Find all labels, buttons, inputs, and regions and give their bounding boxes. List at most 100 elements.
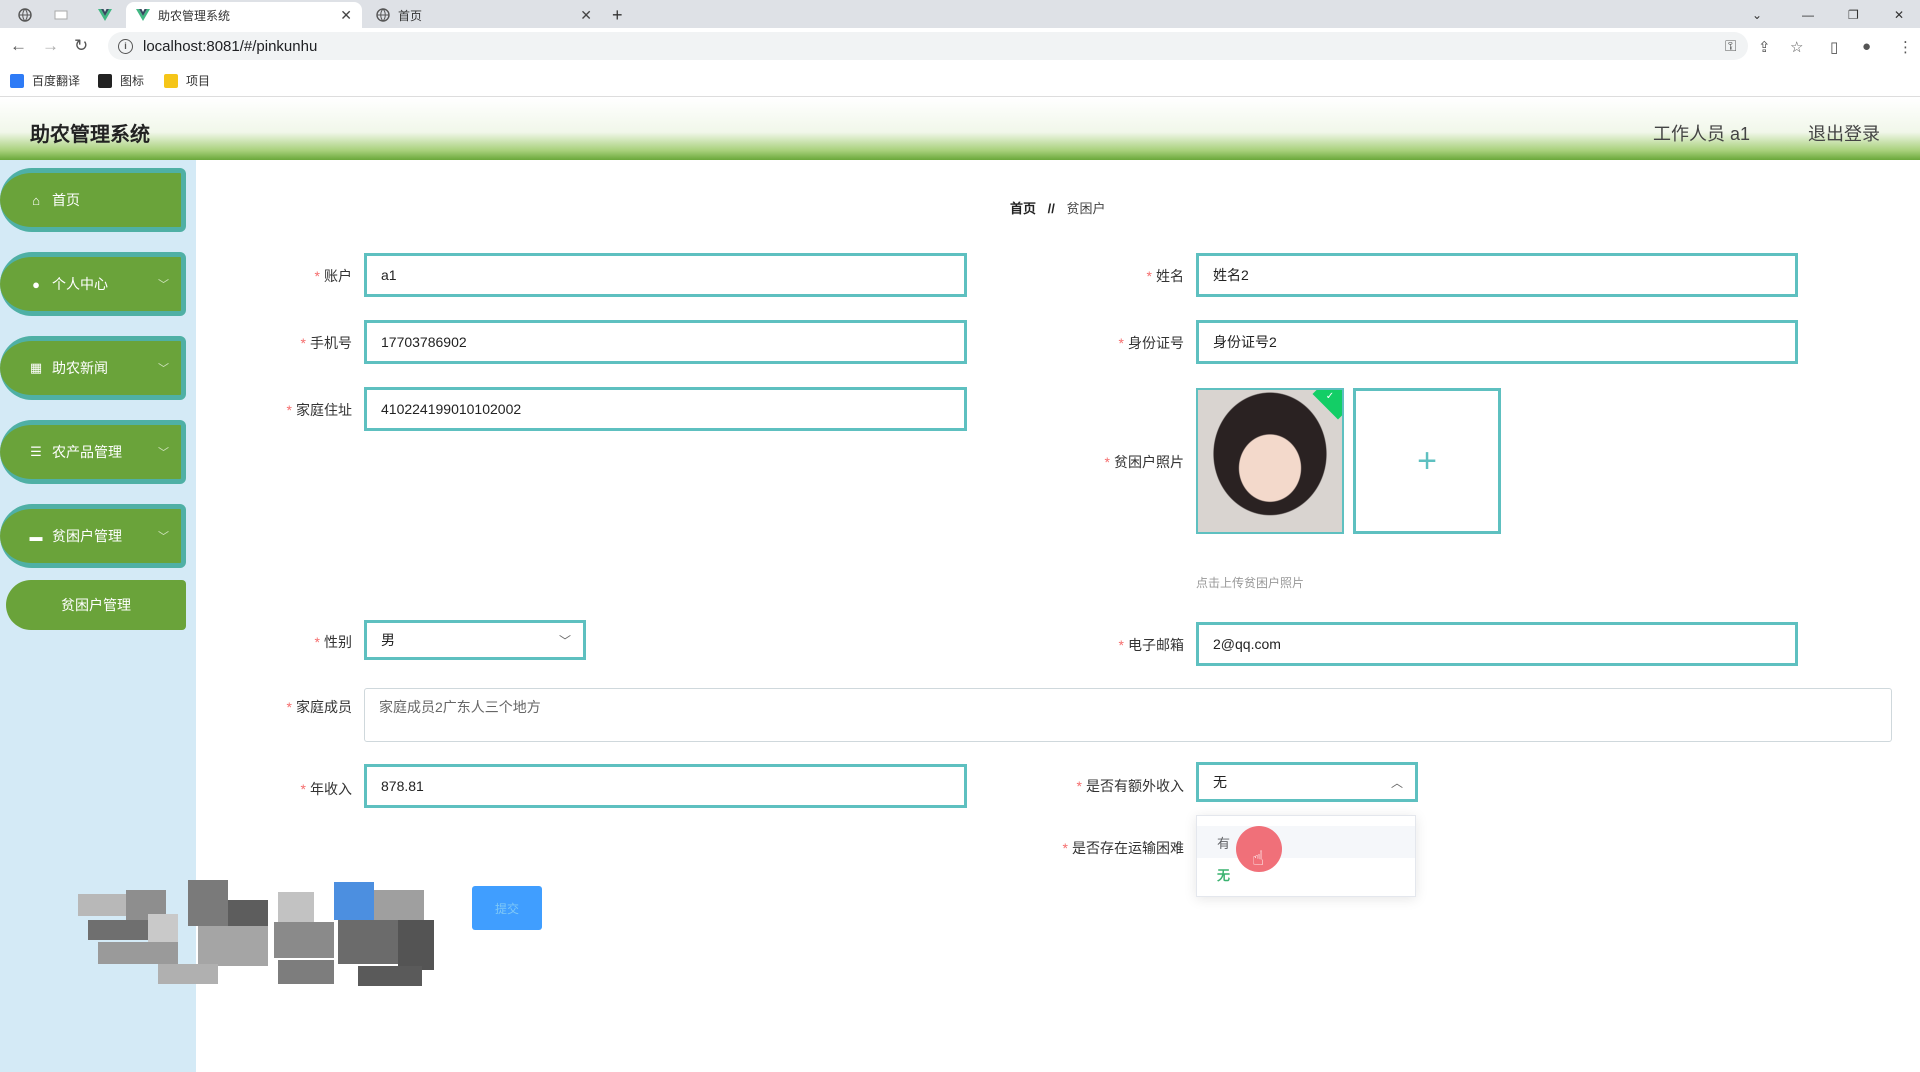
url-field[interactable]: i localhost:8081/#/pinkunhu (108, 32, 1748, 60)
list-icon: ☰ (30, 444, 42, 459)
income-input[interactable]: 878.81 (364, 764, 967, 808)
tab-home[interactable]: 首页 ✕ (366, 2, 602, 28)
breadcrumb-current: 贫困户 (1066, 201, 1106, 216)
sidepanel-icon[interactable]: ▯ (1830, 38, 1838, 56)
breadcrumb-separator: // (1047, 201, 1055, 216)
vue-logo-icon (136, 8, 150, 22)
tab-label: 助农管理系统 (158, 8, 231, 23)
tab-active[interactable]: 助农管理系统 ✕ (126, 2, 362, 28)
bookmark-label: 项目 (186, 74, 211, 88)
phone-input[interactable]: 17703786902 (364, 320, 967, 364)
bookmarks-bar: 百度翻译 图标 项目 (0, 64, 1920, 97)
plus-icon: + (1417, 441, 1437, 480)
chevron-down-icon[interactable]: ⌄ (1752, 2, 1762, 28)
sidebar-item-label: 首页 (52, 192, 80, 208)
url-text: localhost:8081/#/pinkunhu (143, 37, 318, 55)
dropdown-option-no[interactable]: 无 (1197, 858, 1415, 890)
back-icon[interactable]: ← (10, 37, 27, 55)
family-label: * 家庭成员 (286, 699, 352, 715)
forward-icon[interactable]: → (42, 37, 59, 55)
extra-income-dropdown: 有 无 (1196, 815, 1416, 897)
name-input[interactable]: 姓名2 (1196, 253, 1798, 297)
sidebar-item-label: 农产品管理 (52, 444, 122, 460)
photo-upload-button[interactable]: + (1353, 388, 1501, 534)
app-title: 助农管理系统 (30, 124, 150, 146)
bookmark-icons[interactable]: 图标 (98, 72, 144, 89)
sidebar-item-home[interactable]: ⌂ 首页 (0, 168, 186, 232)
family-textarea[interactable]: 家庭成员2广东人三个地方 (364, 688, 1892, 742)
close-icon[interactable]: ✕ (580, 7, 592, 24)
chevron-down-icon: ﹀ (158, 363, 169, 375)
app-header: 助农管理系统 工作人员 a1 退出登录 (0, 98, 1920, 160)
submit-button[interactable]: 提交 (472, 886, 542, 930)
sidebar-item-label: 贫困户管理 (52, 528, 122, 544)
image-icon (98, 73, 112, 88)
current-user: 工作人员 a1 (1652, 124, 1750, 144)
logout-link[interactable]: 退出登录 (1808, 120, 1880, 146)
key-icon[interactable]: ⚿ (1725, 38, 1736, 55)
reload-icon[interactable]: ↻ (74, 37, 88, 55)
address-input[interactable]: 410224199010102002 (364, 387, 967, 431)
extra-income-select[interactable]: 无 ︿ (1196, 762, 1418, 802)
menu-dots-icon[interactable]: ⋮ (1898, 38, 1913, 56)
minimize-icon[interactable]: — (1802, 2, 1814, 28)
folder-icon (164, 73, 178, 88)
transport-label: * 是否存在运输困难 (1062, 840, 1184, 856)
extra-income-value: 无 (1213, 774, 1227, 790)
star-icon[interactable]: ☆ (1790, 38, 1803, 56)
chevron-down-icon: ﹀ (558, 633, 571, 648)
address-label: * 家庭住址 (286, 402, 352, 418)
sidebar-item-news[interactable]: ▦ 助农新闻 ﹀ (0, 336, 186, 400)
income-label: * 年收入 (300, 781, 352, 797)
uploaded-photo-thumbnail[interactable]: ✓ (1196, 388, 1344, 534)
browser-tab-bar: 助农管理系统 ✕ 首页 ✕ + ⌄ — ❐ ✕ (0, 0, 1920, 28)
chevron-down-icon: ﹀ (158, 531, 169, 543)
breadcrumb-home[interactable]: 首页 (1010, 201, 1036, 216)
restore-icon[interactable]: ❐ (1848, 2, 1859, 28)
monitor-icon: ▬ (29, 528, 43, 544)
email-input[interactable]: 2@qq.com (1196, 622, 1798, 666)
phone-label: * 手机号 (300, 335, 352, 351)
close-window-icon[interactable]: ✕ (1894, 2, 1904, 28)
profile-icon[interactable]: ● (1862, 38, 1871, 55)
tab-pinned-3[interactable] (88, 2, 116, 28)
sidebar-item-products[interactable]: ☰ 农产品管理 ﹀ (0, 420, 186, 484)
chevron-down-icon: ﹀ (158, 279, 169, 291)
home-icon: ⌂ (32, 192, 40, 208)
dropdown-option-yes[interactable]: 有 (1197, 826, 1415, 858)
sidebar-item-poor-households[interactable]: ▬ 贫困户管理 ﹀ (0, 504, 186, 568)
close-icon[interactable]: ✕ (340, 7, 352, 24)
bookmark-project[interactable]: 项目 (164, 72, 210, 89)
upload-tip: 点击上传贫困户照片 (1196, 576, 1305, 590)
idcard-label: * 身份证号 (1118, 335, 1184, 351)
blank-page-icon (54, 8, 68, 22)
translate-icon (10, 73, 24, 88)
idcard-input[interactable]: 身份证号2 (1196, 320, 1798, 364)
chevron-down-icon: ﹀ (158, 447, 169, 459)
sidebar-subitem-poor-households[interactable]: 贫困户管理 (6, 580, 186, 630)
breadcrumb: 首页 // 贫困户 (1010, 198, 1106, 217)
extra-income-label: * 是否有额外收入 (1076, 778, 1184, 794)
gender-select[interactable]: 男 ﹀ (364, 620, 586, 660)
gender-label: * 性别 (314, 634, 352, 650)
tab-label: 首页 (398, 8, 423, 23)
globe-icon (18, 8, 32, 22)
gender-value: 男 (381, 632, 395, 648)
bookmark-baidu-translate[interactable]: 百度翻译 (10, 72, 80, 89)
sidebar-item-label: 助农新闻 (52, 360, 108, 376)
new-tab-button[interactable]: + (612, 2, 640, 28)
bookmark-label: 百度翻译 (32, 74, 81, 88)
globe-icon (376, 8, 390, 22)
sidebar-item-label: 个人中心 (52, 276, 108, 292)
hand-cursor-icon: ☝ (1252, 848, 1265, 870)
account-input[interactable]: a1 (364, 253, 967, 297)
sidebar-item-personal-center[interactable]: ● 个人中心 ﹀ (0, 252, 186, 316)
tab-pinned-1[interactable] (8, 2, 36, 28)
tab-pinned-2[interactable] (44, 2, 72, 28)
share-icon[interactable]: ⇪ (1758, 38, 1771, 56)
user-icon: ● (32, 276, 40, 292)
chevron-up-icon: ︿ (1390, 775, 1403, 790)
mosaic-overlay (78, 880, 474, 990)
info-icon[interactable]: i (118, 38, 133, 54)
vue-logo-icon (98, 8, 112, 22)
